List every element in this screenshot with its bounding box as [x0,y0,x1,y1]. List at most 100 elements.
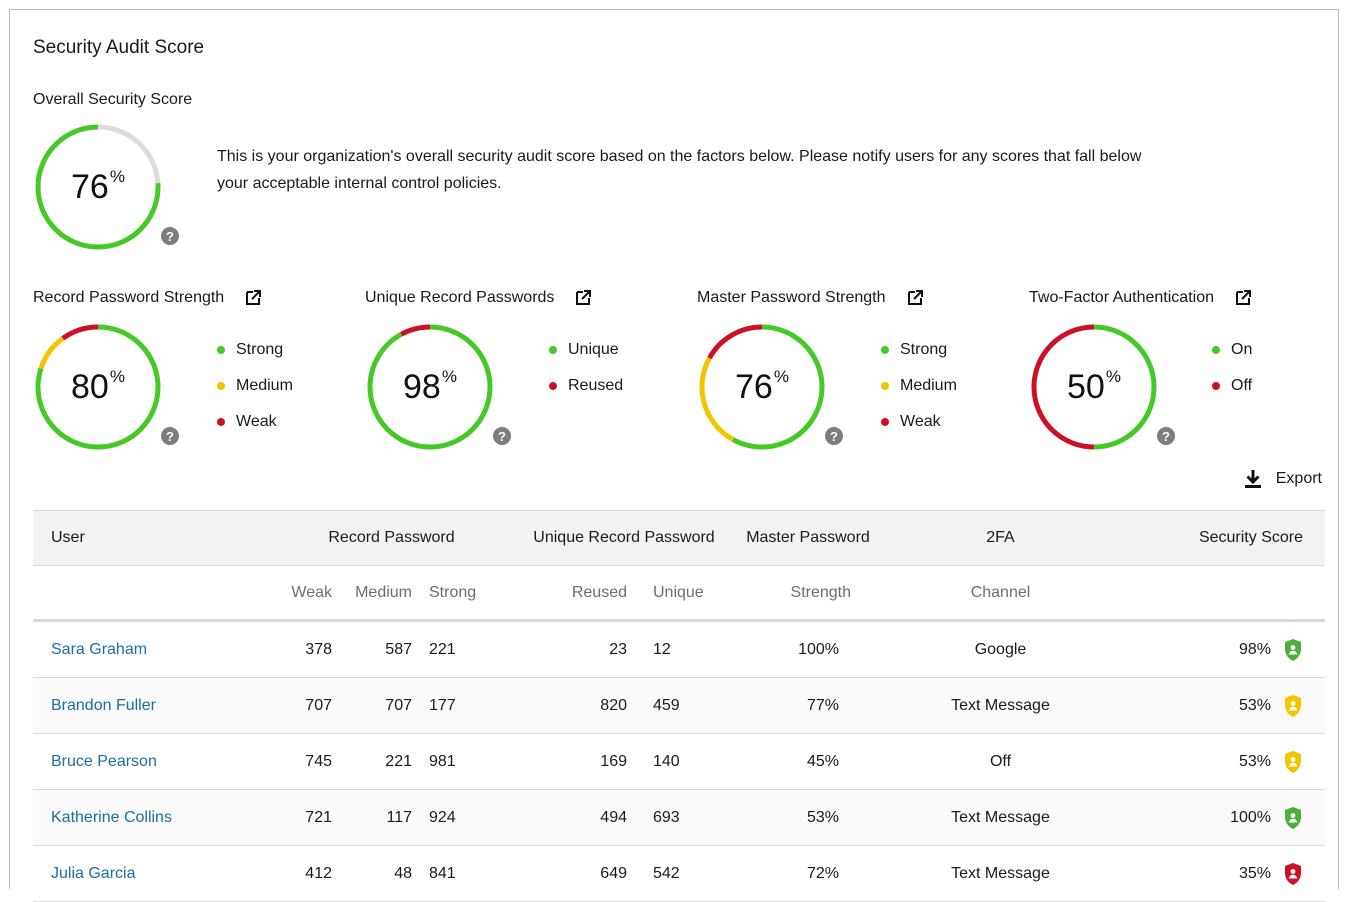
overall-score-gauge: 76% [33,122,163,252]
cell-channel: Text Message [893,845,1108,902]
legend-dot [1212,382,1220,390]
master-password-strength-title: Master Password Strength [697,289,924,307]
two-factor-authentication-value: 50% [1067,367,1121,406]
security-audit-table: User Record Password Unique Record Passw… [33,510,1325,902]
column-header-record-password[interactable]: Record Password [258,510,498,566]
user-link[interactable]: Bruce Pearson [51,753,157,770]
cell-security-score: 53% [1108,677,1325,734]
record-password-strength-legend: Strong Medium Weak [217,341,293,449]
legend-item-strong: Strong [881,341,957,377]
legend-dot [881,418,889,426]
subheader-unique[interactable]: Unique [633,565,723,622]
legend-dot [881,382,889,390]
subheader-medium[interactable]: Medium [338,565,418,622]
legend-item-reused: Reused [549,377,623,413]
score-value: 98% [1238,640,1271,658]
table-row[interactable]: Sara Graham 378 587 221 23 12 100% Googl… [33,620,1325,678]
column-header-user[interactable]: User [33,510,258,566]
legend-dot [217,418,225,426]
cell-medium: 587 [338,620,418,678]
subheader-empty [33,565,258,622]
download-icon [1244,470,1261,488]
user-link[interactable]: Julia Garcia [51,865,135,882]
cell-weak: 721 [258,789,338,846]
column-header-unique-record-password[interactable]: Unique Record Password [498,510,723,566]
record-password-strength-help-icon[interactable]: ? [161,427,179,445]
cell-medium: 48 [338,845,418,902]
column-header-2fa[interactable]: 2FA [893,510,1108,566]
cell-unique: 459 [633,677,723,734]
cell-reused: 649 [498,845,633,902]
legend-item-medium: Medium [217,377,293,413]
table-row[interactable]: Julia Garcia 412 48 841 649 542 72% Text… [33,845,1325,902]
subheader-channel[interactable]: Channel [893,565,1108,622]
cell-medium: 221 [338,733,418,790]
cell-channel: Text Message [893,789,1108,846]
unique-record-passwords-help-icon[interactable]: ? [493,427,511,445]
legend-item-strong: Strong [217,341,293,377]
cell-strong: 221 [418,620,498,678]
legend-item-weak: Weak [217,413,293,449]
cell-security-score: 100% [1108,789,1325,846]
cell-strength: 100% [723,620,893,678]
cell-strong: 924 [418,789,498,846]
cell-medium: 117 [338,789,418,846]
two-factor-authentication-help-icon[interactable]: ? [1157,427,1175,445]
external-link-icon[interactable] [1234,289,1252,307]
subheader-weak[interactable]: Weak [258,565,338,622]
user-shield-icon [1285,862,1301,885]
overall-score-description: This is your organization's overall secu… [217,148,1142,192]
master-password-strength-gauge: 76% [697,322,827,452]
user-link[interactable]: Brandon Fuller [51,697,156,714]
score-value: 53% [1238,752,1271,770]
subheader-strong[interactable]: Strong [418,565,498,622]
unique-record-passwords-legend: Unique Reused [549,341,623,413]
legend-dot [1212,346,1220,354]
master-password-strength-help-icon[interactable]: ? [825,427,843,445]
cell-strength: 72% [723,845,893,902]
user-link[interactable]: Sara Graham [51,641,147,658]
score-value: 53% [1238,696,1271,714]
two-factor-authentication-title: Two-Factor Authentication [1029,289,1252,307]
subheader-strength[interactable]: Strength [723,565,893,622]
cell-unique: 693 [633,789,723,846]
cell-weak: 412 [258,845,338,902]
column-header-security-score[interactable]: Security Score [1108,510,1325,566]
cell-channel: Google [893,620,1108,678]
overall-score-label: Overall Security Score [33,91,193,108]
table-row[interactable]: Bruce Pearson 745 221 981 169 140 45% Of… [33,733,1325,790]
legend-dot [217,382,225,390]
record-password-strength-title: Record Password Strength [33,289,262,307]
overall-score-help-icon[interactable]: ? [161,227,179,245]
legend-item-off: Off [1212,377,1252,413]
legend-item-weak: Weak [881,413,957,449]
table-row[interactable]: Katherine Collins 721 117 924 494 693 53… [33,789,1325,846]
external-link-icon[interactable] [906,289,924,307]
cell-security-score: 98% [1108,620,1325,678]
table-row[interactable]: Brandon Fuller 707 707 177 820 459 77% T… [33,677,1325,734]
cell-strength: 45% [723,733,893,790]
two-factor-authentication-label: Two-Factor Authentication [1029,289,1214,306]
user-link[interactable]: Katherine Collins [51,809,172,826]
column-header-master-password[interactable]: Master Password [723,510,893,566]
legend-dot [217,346,225,354]
external-link-icon[interactable] [244,289,262,307]
legend-item-medium: Medium [881,377,957,413]
subheader-reused[interactable]: Reused [498,565,633,622]
cell-weak: 745 [258,733,338,790]
cell-reused: 820 [498,677,633,734]
cell-security-score: 53% [1108,733,1325,790]
export-button[interactable]: Export [1244,469,1322,489]
unique-record-passwords-gauge: 98% [365,322,495,452]
external-link-icon[interactable] [574,289,592,307]
unique-record-passwords-title: Unique Record Passwords [365,289,592,307]
cell-strength: 77% [723,677,893,734]
record-password-strength-gauge: 80% [33,322,163,452]
cell-weak: 378 [258,620,338,678]
security-audit-panel: Security Audit Score Overall Security Sc… [9,9,1339,902]
two-factor-authentication-legend: On Off [1212,341,1252,413]
user-shield-icon [1285,638,1301,661]
record-password-strength-label: Record Password Strength [33,289,225,306]
table-subheader-row: Weak Medium Strong Reused Unique Strengt… [33,565,1325,622]
legend-dot [549,382,557,390]
